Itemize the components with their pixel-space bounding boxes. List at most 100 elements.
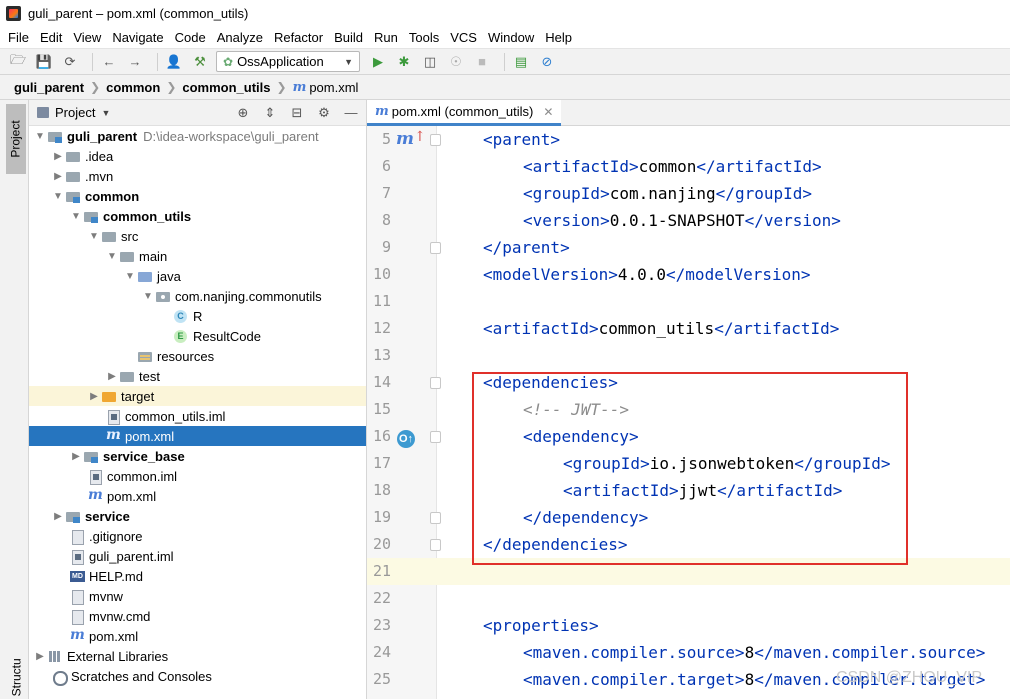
stop-icon[interactable]: ■ bbox=[472, 52, 492, 72]
menu-tools[interactable]: Tools bbox=[409, 30, 439, 45]
sync-icon[interactable]: ⟳ bbox=[60, 52, 80, 72]
save-all-icon[interactable]: 💾 bbox=[34, 52, 54, 72]
tree-item-resources[interactable]: resources bbox=[29, 346, 366, 366]
chevron-down-icon[interactable]: ▼ bbox=[141, 291, 155, 302]
run-icon[interactable]: ▶ bbox=[368, 52, 388, 72]
code-editor[interactable]: 5 m↑ <parent> 6 <artifactId>common</arti… bbox=[367, 126, 1010, 699]
fold-marker[interactable] bbox=[430, 134, 441, 146]
tree-item-idea[interactable]: ▶ .idea bbox=[29, 146, 366, 166]
tree-item-java[interactable]: ▼ java bbox=[29, 266, 366, 286]
fold-marker[interactable] bbox=[430, 539, 441, 551]
menu-analyze[interactable]: Analyze bbox=[217, 30, 263, 45]
tree-item-mvn[interactable]: ▶ .mvn bbox=[29, 166, 366, 186]
tree-item-target[interactable]: ▶ target bbox=[29, 386, 366, 406]
tree-item-guli-parent-iml[interactable]: guli_parent.iml bbox=[29, 546, 366, 566]
menu-vcs[interactable]: VCS bbox=[450, 30, 477, 45]
chevron-down-icon[interactable]: ▼ bbox=[33, 131, 47, 142]
chevron-down-icon[interactable]: ▼ bbox=[105, 251, 119, 262]
back-arrow-icon[interactable]: ← bbox=[99, 52, 119, 72]
menu-run[interactable]: Run bbox=[374, 30, 398, 45]
menu-view[interactable]: View bbox=[73, 30, 101, 45]
hide-minus-icon[interactable]: — bbox=[342, 104, 360, 122]
tree-item-package-commonutils[interactable]: ▼ com.nanjing.commonutils bbox=[29, 286, 366, 306]
menu-navigate[interactable]: Navigate bbox=[112, 30, 163, 45]
debug-bug-icon[interactable]: ✱ bbox=[394, 52, 414, 72]
tree-item-common[interactable]: ▼ common bbox=[29, 186, 366, 206]
chevron-down-icon[interactable]: ▼ bbox=[51, 191, 65, 202]
fold-marker[interactable] bbox=[430, 431, 441, 443]
chevron-right-icon[interactable]: ▶ bbox=[33, 651, 47, 662]
menu-edit[interactable]: Edit bbox=[40, 30, 62, 45]
chevron-right-icon[interactable]: ▶ bbox=[87, 391, 101, 402]
code-line: 10 <modelVersion>4.0.0</modelVersion> bbox=[367, 261, 1010, 288]
chevron-right-icon[interactable]: ▶ bbox=[69, 451, 83, 462]
module-folder-icon bbox=[83, 210, 99, 223]
breadcrumb-pom-xml[interactable]: pom.xml bbox=[309, 80, 358, 95]
menu-help[interactable]: Help bbox=[545, 30, 572, 45]
collapse-all-icon[interactable]: ⊟ bbox=[288, 104, 306, 122]
chevron-right-icon[interactable]: ▶ bbox=[51, 511, 65, 522]
chevron-down-icon[interactable]: ▼ bbox=[123, 271, 137, 282]
open-folder-icon[interactable]: 🗁 bbox=[8, 52, 28, 72]
fold-marker[interactable] bbox=[430, 512, 441, 524]
tree-item-guli-parent[interactable]: ▼ guli_parent D:\idea-workspace\guli_par… bbox=[29, 126, 366, 146]
tree-item-scratches[interactable]: Scratches and Consoles bbox=[29, 666, 366, 686]
tab-pom-xml-common-utils[interactable]: m pom.xml (common_utils) ✕ bbox=[367, 100, 562, 126]
chevron-right-icon[interactable]: ▶ bbox=[105, 371, 119, 382]
user-icon[interactable]: 👤 bbox=[164, 52, 184, 72]
tree-item-test[interactable]: ▶ test bbox=[29, 366, 366, 386]
tree-item-gitignore[interactable]: .gitignore bbox=[29, 526, 366, 546]
menu-code[interactable]: Code bbox=[175, 30, 206, 45]
chevron-right-icon[interactable]: ▶ bbox=[51, 171, 65, 182]
fold-marker[interactable] bbox=[430, 242, 441, 254]
tree-item-common-utils-iml[interactable]: common_utils.iml bbox=[29, 406, 366, 426]
tree-item-src[interactable]: ▼ src bbox=[29, 226, 366, 246]
tree-item-label: target bbox=[121, 388, 155, 404]
expand-all-icon[interactable]: ⇕ bbox=[261, 104, 279, 122]
project-panel-title[interactable]: Project bbox=[55, 105, 95, 120]
project-tool-tab[interactable]: Project bbox=[6, 104, 26, 174]
maven-parent-gutter-icon[interactable]: m↑ bbox=[396, 126, 426, 154]
tree-item-main[interactable]: ▼ main bbox=[29, 246, 366, 266]
tree-item-service-base[interactable]: ▶ service_base bbox=[29, 446, 366, 466]
menu-build[interactable]: Build bbox=[334, 30, 363, 45]
build-hammer-icon[interactable]: ⚒ bbox=[190, 52, 210, 72]
tree-item-external-libraries[interactable]: ▶ External Libraries bbox=[29, 646, 366, 666]
coverage-icon[interactable]: ◫ bbox=[420, 52, 440, 72]
profile-icon[interactable]: ☉ bbox=[446, 52, 466, 72]
code-line: 23 <properties> bbox=[367, 612, 1010, 639]
tree-item-pom-xml-selected[interactable]: pom.xml bbox=[29, 426, 366, 446]
code-text: <groupId>com.nanjing</groupId> bbox=[523, 184, 812, 203]
chevron-right-icon[interactable]: ▶ bbox=[51, 151, 65, 162]
chevron-down-icon[interactable]: ▼ bbox=[87, 231, 101, 242]
tree-item-common-iml[interactable]: common.iml bbox=[29, 466, 366, 486]
breadcrumb-common-utils[interactable]: common_utils bbox=[182, 80, 270, 95]
structure-tool-tab[interactable]: Structure bbox=[6, 658, 26, 699]
chevron-down-icon[interactable]: ▼ bbox=[101, 108, 110, 118]
tree-item-common-pom-xml[interactable]: pom.xml bbox=[29, 486, 366, 506]
run-configuration-select[interactable]: ✿ OssApplication ▼ bbox=[216, 51, 360, 72]
menu-file[interactable]: File bbox=[8, 30, 29, 45]
override-gutter-icon[interactable]: O↑ bbox=[397, 423, 415, 450]
forward-arrow-icon[interactable]: → bbox=[125, 52, 145, 72]
breadcrumb-common[interactable]: common bbox=[106, 80, 160, 95]
activity-monitor-icon[interactable]: ▤ bbox=[511, 52, 531, 72]
chevron-down-icon[interactable]: ▼ bbox=[69, 211, 83, 222]
power-save-icon[interactable]: ⊘ bbox=[537, 52, 557, 72]
tree-item-mvnw[interactable]: mvnw bbox=[29, 586, 366, 606]
gear-icon[interactable]: ⚙ bbox=[315, 104, 333, 122]
tree-item-root-pom-xml[interactable]: pom.xml bbox=[29, 626, 366, 646]
tree-item-common-utils[interactable]: ▼ common_utils bbox=[29, 206, 366, 226]
tree-item-label: pom.xml bbox=[89, 628, 139, 644]
tree-item-resultcode[interactable]: ResultCode bbox=[29, 326, 366, 346]
tree-item-help-md[interactable]: HELP.md bbox=[29, 566, 366, 586]
tree-item-mvnw-cmd[interactable]: mvnw.cmd bbox=[29, 606, 366, 626]
locate-crosshair-icon[interactable]: ⊕ bbox=[234, 104, 252, 122]
tree-item-class-r[interactable]: R bbox=[29, 306, 366, 326]
tree-item-service[interactable]: ▶ service bbox=[29, 506, 366, 526]
breadcrumb-guli-parent[interactable]: guli_parent bbox=[14, 80, 84, 95]
menu-refactor[interactable]: Refactor bbox=[274, 30, 323, 45]
menu-window[interactable]: Window bbox=[488, 30, 534, 45]
close-icon[interactable]: ✕ bbox=[543, 105, 553, 119]
fold-marker[interactable] bbox=[430, 377, 441, 389]
